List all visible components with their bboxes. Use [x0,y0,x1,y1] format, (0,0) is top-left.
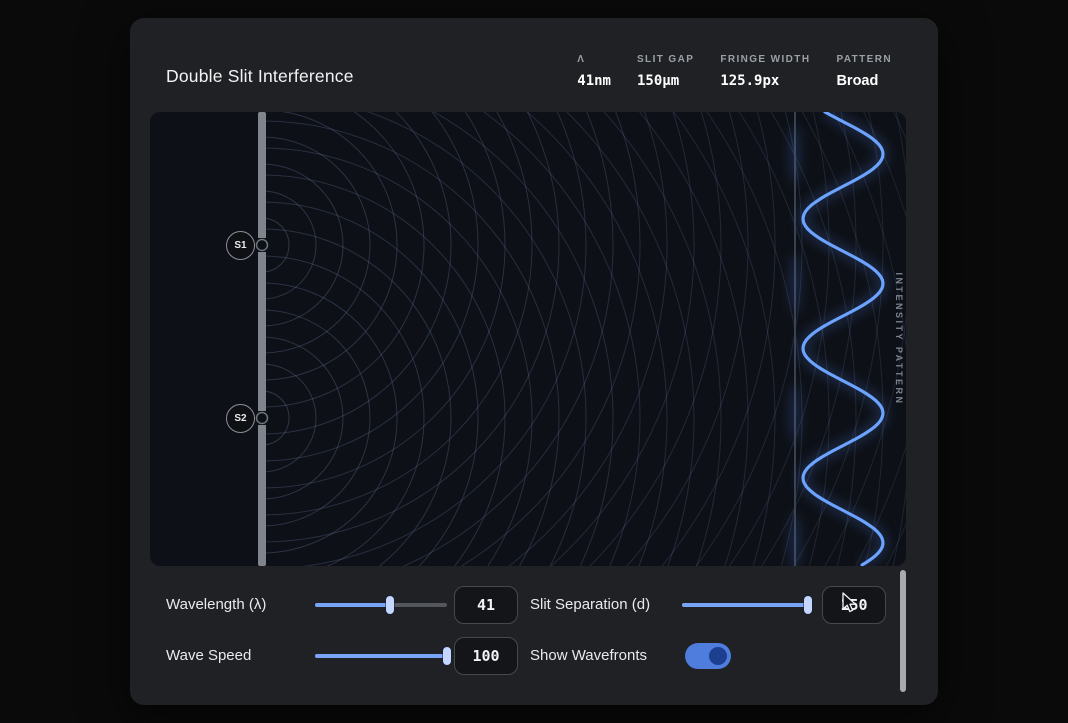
wavelength-label: Wavelength (λ) [166,595,266,615]
wavelength-slider[interactable] [315,595,447,615]
stat-fringe-width: FRINGE WIDTH 125.9px [720,54,810,89]
stat-slit-gap: SLIT GAP 150µm [637,54,694,89]
simulation-canvas: S1 S2 INTENSITY PATTERN [150,112,906,566]
slit-separation-slider[interactable] [682,595,812,615]
scrollbar-thumb[interactable] [900,570,906,692]
wave-speed-value-field[interactable]: 100 [454,637,518,675]
slider-handle[interactable] [804,596,812,614]
show-wavefronts-toggle[interactable] [685,643,731,669]
wave-speed-slider[interactable] [315,646,447,666]
slider-fill [315,603,390,607]
app-card: Double Slit Interference Λ 41nm SLIT GAP… [130,18,938,705]
slider-handle[interactable] [443,647,451,665]
toggle-knob [709,647,727,665]
stat-label: SLIT GAP [637,54,694,65]
wavelength-value-field[interactable]: 41 [454,586,518,624]
intensity-pattern-label: INTENSITY PATTERN [894,272,904,405]
show-wavefronts-label: Show Wavefronts [530,646,647,666]
stat-wavelength: Λ 41nm [577,54,611,89]
desktop-background: Double Slit Interference Λ 41nm SLIT GAP… [0,0,1068,723]
stat-pattern: PATTERN Broad [836,54,892,89]
stat-label: Λ [577,54,585,65]
stat-label: FRINGE WIDTH [720,54,810,65]
stat-value: Broad [836,73,878,89]
page-title: Double Slit Interference [166,66,354,87]
wave-speed-label: Wave Speed [166,646,251,666]
slit-separation-value-field[interactable]: 150 [822,586,886,624]
slider-handle[interactable] [386,596,394,614]
slit-2-badge: S2 [226,404,255,433]
stat-value: 125.9px [720,73,779,89]
stat-label: PATTERN [836,54,892,65]
slit-1-badge: S1 [226,231,255,260]
slider-fill [315,654,447,658]
wavefront-plot [150,112,906,566]
slider-fill [682,603,808,607]
stats-bar: Λ 41nm SLIT GAP 150µm FRINGE WIDTH 125.9… [577,54,892,89]
stat-value: 41nm [577,73,611,89]
slit-separation-label: Slit Separation (d) [530,595,650,615]
stat-value: 150µm [637,73,679,89]
